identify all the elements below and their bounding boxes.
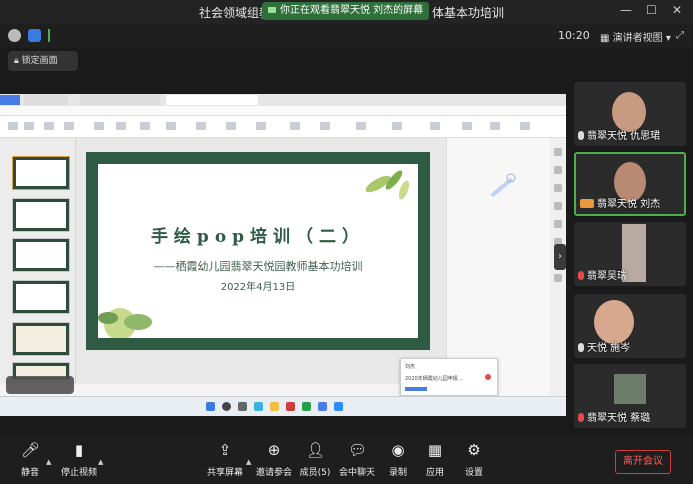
fullscreen-icon[interactable]: ⤢ <box>676 30 684 41</box>
windows-taskbar <box>0 396 566 416</box>
window-title-right: 体基本功培训 <box>432 6 505 20</box>
participant-name: 翡翠天悦 蔡璐 <box>587 413 651 424</box>
slide-thumbnail[interactable] <box>12 238 70 272</box>
meeting-app-icon[interactable] <box>334 402 343 411</box>
lock-view-button[interactable]: 🔒︎ 锁定画面 <box>8 51 78 71</box>
wps-doc-tab-1 <box>24 95 68 105</box>
participant-video[interactable]: 翡翠天悦 蔡璐 <box>574 364 686 428</box>
shield-icon[interactable] <box>28 29 41 42</box>
minimize-icon[interactable]: — <box>620 3 632 17</box>
participant-face <box>594 300 634 344</box>
folder-icon[interactable] <box>270 402 279 411</box>
participant-name: 翡翠天悦 刘杰 <box>597 199 661 210</box>
participant-video[interactable]: 翡翠天悦 仇思珺 <box>574 82 686 146</box>
members-icon: 👤︎ <box>306 441 326 459</box>
wps-doc-tab-3 <box>166 95 258 105</box>
start-icon[interactable] <box>206 402 215 411</box>
stop-video-label: 停止视频 <box>60 468 97 478</box>
slide-notes-area[interactable] <box>76 384 446 396</box>
info-icon[interactable] <box>8 29 21 42</box>
wps-tab-strip <box>0 94 566 106</box>
participant-video[interactable]: 翡翠天悦 刘杰 <box>574 152 686 216</box>
video-icon: ▮ <box>74 441 84 459</box>
file-notification-popup[interactable]: 刘杰 2020年栖霞幼儿园申报... <box>400 358 498 396</box>
popup-link[interactable] <box>405 387 427 391</box>
wps-menu-bar <box>0 106 566 116</box>
current-slide: 手绘pop培训（二） ——栖霞幼儿园翡翠天悦园教师基本功培训 2022年4月13… <box>86 152 430 350</box>
wps-icon[interactable] <box>286 402 295 411</box>
participant-video[interactable]: 翡翠吴瑞 <box>574 222 686 286</box>
speaker-view-button[interactable]: ▦ 演讲者视图 ▾ <box>600 29 671 44</box>
slide-canvas: 手绘pop培训（二） ——栖霞幼儿园翡翠天悦园教师基本功培训 2022年4月13… <box>76 138 446 384</box>
leave-meeting-button[interactable]: 离开会议 <box>615 450 671 474</box>
popup-file-name: 2020年栖霞幼儿园申报... <box>405 376 463 382</box>
window-titlebar: 社会领域组教 你正在观看翡翠天悦 刘杰的屏幕 体基本功培训 — ☐ ✕ <box>0 0 693 24</box>
chat-icon: 💬︎ <box>348 441 368 459</box>
participant-name: 翡翠天悦 仇思珺 <box>587 131 661 142</box>
maximize-icon[interactable]: ☐ <box>646 3 657 17</box>
mic-muted-icon <box>578 271 584 280</box>
share-screen-button[interactable]: ⇪ 共享屏幕 <box>200 442 250 478</box>
mute-label: 静音 <box>20 468 39 478</box>
mic-icon: 🎤︎ <box>21 441 41 459</box>
alert-icon <box>485 374 491 380</box>
pen-illustration-icon <box>490 173 516 198</box>
mic-icon <box>578 343 584 352</box>
participant-face <box>612 92 646 132</box>
meeting-info-bar: 10:20 ▦ 演讲者视图 ▾ ⤢ <box>0 24 693 48</box>
meeting-control-bar: 🎤︎ 静音 ▲ ▮ 停止视频 ▲ ⇪ 共享屏幕 ▲ ⊕ 邀请参会 👤︎ 成员(5) 💬︎ 会… <box>0 436 693 484</box>
participant-name: 天悦 施岑 <box>587 343 631 354</box>
apps-icon: ▦ <box>427 441 443 459</box>
video-options-caret-icon[interactable]: ▲ <box>98 458 103 466</box>
record-icon: ◉ <box>391 441 405 459</box>
share-label: 共享屏幕 <box>206 468 243 478</box>
screen-mini-controls[interactable] <box>6 376 74 394</box>
edge-icon[interactable] <box>254 402 263 411</box>
settings-button[interactable]: ⚙︎ 设置 <box>449 442 499 478</box>
participant-name: 翡翠吴瑞 <box>587 271 627 282</box>
participant-video[interactable]: 天悦 施岑 <box>574 294 686 358</box>
app-icon[interactable] <box>318 402 327 411</box>
leaf-decoration-top-icon <box>365 170 410 200</box>
mic-icon <box>578 131 584 140</box>
slide-thumbnail[interactable] <box>12 198 70 232</box>
view-button-label: 演讲者视图 <box>612 33 663 44</box>
lock-button-label: 锁定画面 <box>21 56 58 66</box>
mic-muted-icon <box>578 413 584 422</box>
share-screen-icon: ⇪ <box>218 441 232 459</box>
slide-thumbnail[interactable] <box>12 322 70 356</box>
wps-home-tab <box>0 95 20 105</box>
window-title-left: 社会领域组教 <box>199 6 272 20</box>
collapse-gallery-button[interactable]: › <box>554 244 566 270</box>
share-banner-text: 你正在观看翡翠天悦 刘杰的屏幕 <box>280 5 424 16</box>
screen-share-icon <box>268 7 276 13</box>
app-icon[interactable] <box>302 402 311 411</box>
leaf-decoration-bottom-icon <box>98 308 152 338</box>
wps-doc-tab-2 <box>80 95 160 105</box>
slide-subtitle: ——栖霞幼儿园翡翠天悦园教师基本功培训 <box>153 260 363 273</box>
lock-icon: 🔒︎ <box>14 56 19 66</box>
shared-screen: 手绘pop培训（二） ——栖霞幼儿园翡翠天悦园教师基本功培训 2022年4月13… <box>0 94 566 416</box>
settings-label: 设置 <box>464 468 483 478</box>
meeting-clock: 10:20 <box>558 29 590 42</box>
slide-thumbnail[interactable] <box>12 156 70 190</box>
speaker-avatar-icon <box>580 199 594 208</box>
signal-icon <box>48 29 56 42</box>
taskview-icon[interactable] <box>238 402 247 411</box>
wps-ribbon <box>0 116 566 138</box>
close-icon[interactable]: ✕ <box>672 3 682 17</box>
slide-content: 手绘pop培训（二） ——栖霞幼儿园翡翠天悦园教师基本功培训 2022年4月13… <box>98 164 418 338</box>
slide-thumbnail-panel <box>0 138 76 384</box>
slide-title: 手绘pop培训（二） <box>150 227 366 247</box>
settings-icon: ⚙︎ <box>467 441 481 459</box>
stop-video-button[interactable]: ▮ 停止视频 <box>54 442 104 478</box>
viewing-share-banner[interactable]: 你正在观看翡翠天悦 刘杰的屏幕 <box>262 2 430 20</box>
slide-thumbnail[interactable] <box>12 280 70 314</box>
invite-icon: ⊕ <box>267 441 281 459</box>
popup-sender: 刘杰 <box>405 364 416 370</box>
search-icon[interactable] <box>222 402 231 411</box>
mic-options-caret-icon[interactable]: ▲ <box>46 458 51 466</box>
participant-image <box>614 374 646 404</box>
